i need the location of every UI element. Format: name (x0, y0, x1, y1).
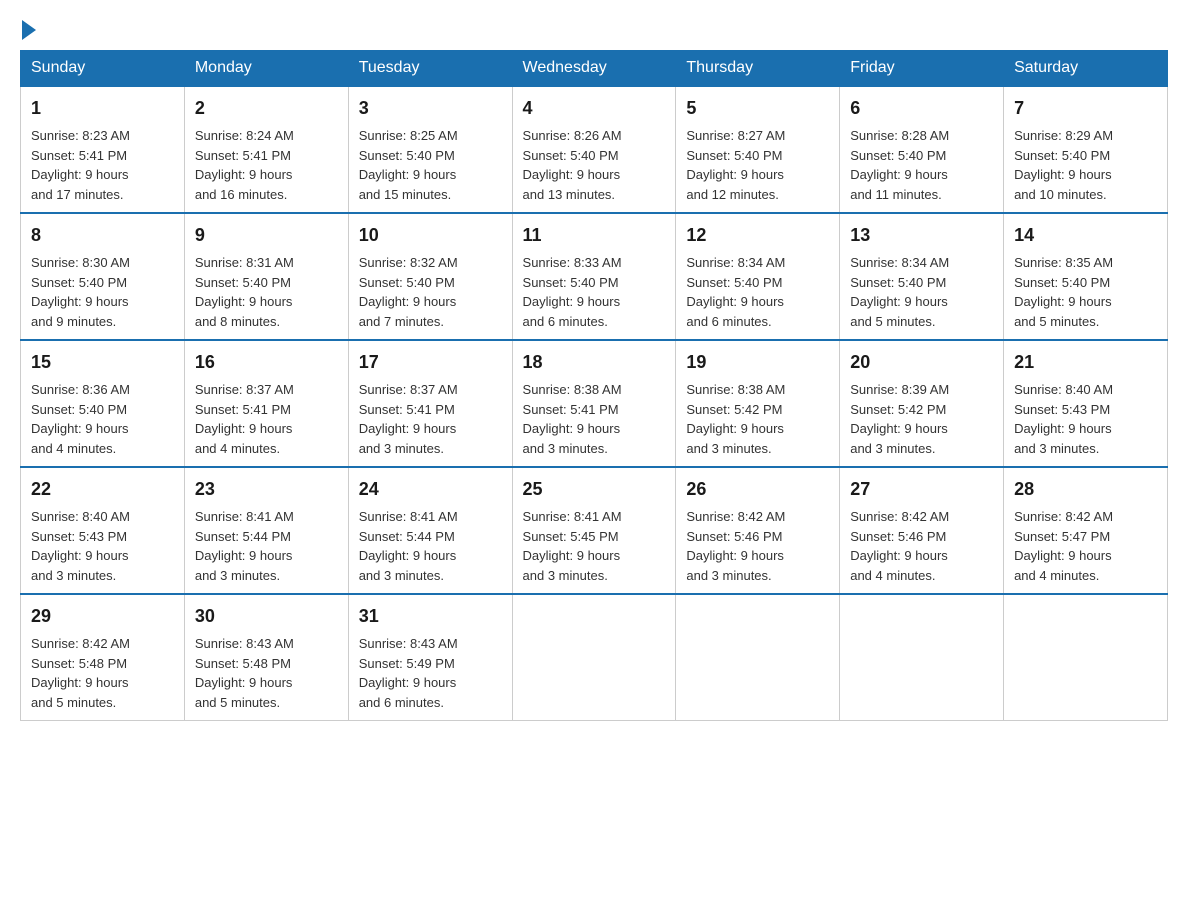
calendar-cell: 31Sunrise: 8:43 AMSunset: 5:49 PMDayligh… (348, 594, 512, 721)
calendar-week-row: 29Sunrise: 8:42 AMSunset: 5:48 PMDayligh… (21, 594, 1168, 721)
calendar-week-row: 8Sunrise: 8:30 AMSunset: 5:40 PMDaylight… (21, 213, 1168, 340)
day-number: 25 (523, 476, 666, 503)
calendar-header-thursday: Thursday (676, 51, 840, 87)
day-number: 16 (195, 349, 338, 376)
calendar-cell: 27Sunrise: 8:42 AMSunset: 5:46 PMDayligh… (840, 467, 1004, 594)
day-number: 12 (686, 222, 829, 249)
day-number: 19 (686, 349, 829, 376)
calendar-cell: 3Sunrise: 8:25 AMSunset: 5:40 PMDaylight… (348, 86, 512, 213)
calendar-week-row: 15Sunrise: 8:36 AMSunset: 5:40 PMDayligh… (21, 340, 1168, 467)
calendar-cell: 5Sunrise: 8:27 AMSunset: 5:40 PMDaylight… (676, 86, 840, 213)
calendar-cell (1004, 594, 1168, 721)
day-number: 13 (850, 222, 993, 249)
day-number: 10 (359, 222, 502, 249)
day-number: 5 (686, 95, 829, 122)
day-number: 22 (31, 476, 174, 503)
calendar-cell: 17Sunrise: 8:37 AMSunset: 5:41 PMDayligh… (348, 340, 512, 467)
day-number: 6 (850, 95, 993, 122)
calendar-week-row: 22Sunrise: 8:40 AMSunset: 5:43 PMDayligh… (21, 467, 1168, 594)
day-number: 21 (1014, 349, 1157, 376)
calendar-cell: 19Sunrise: 8:38 AMSunset: 5:42 PMDayligh… (676, 340, 840, 467)
calendar-cell: 7Sunrise: 8:29 AMSunset: 5:40 PMDaylight… (1004, 86, 1168, 213)
calendar-header-monday: Monday (184, 51, 348, 87)
calendar-header-sunday: Sunday (21, 51, 185, 87)
calendar-cell: 8Sunrise: 8:30 AMSunset: 5:40 PMDaylight… (21, 213, 185, 340)
calendar-cell: 26Sunrise: 8:42 AMSunset: 5:46 PMDayligh… (676, 467, 840, 594)
logo-arrow-icon (22, 20, 36, 40)
calendar-cell: 25Sunrise: 8:41 AMSunset: 5:45 PMDayligh… (512, 467, 676, 594)
calendar-cell: 1Sunrise: 8:23 AMSunset: 5:41 PMDaylight… (21, 86, 185, 213)
calendar-cell: 11Sunrise: 8:33 AMSunset: 5:40 PMDayligh… (512, 213, 676, 340)
calendar-cell: 15Sunrise: 8:36 AMSunset: 5:40 PMDayligh… (21, 340, 185, 467)
day-number: 17 (359, 349, 502, 376)
calendar-header-row: SundayMondayTuesdayWednesdayThursdayFrid… (21, 51, 1168, 87)
calendar-cell: 14Sunrise: 8:35 AMSunset: 5:40 PMDayligh… (1004, 213, 1168, 340)
calendar-cell: 20Sunrise: 8:39 AMSunset: 5:42 PMDayligh… (840, 340, 1004, 467)
calendar-cell: 30Sunrise: 8:43 AMSunset: 5:48 PMDayligh… (184, 594, 348, 721)
calendar-cell: 18Sunrise: 8:38 AMSunset: 5:41 PMDayligh… (512, 340, 676, 467)
day-number: 28 (1014, 476, 1157, 503)
calendar-cell: 22Sunrise: 8:40 AMSunset: 5:43 PMDayligh… (21, 467, 185, 594)
day-number: 8 (31, 222, 174, 249)
day-number: 24 (359, 476, 502, 503)
calendar-cell: 24Sunrise: 8:41 AMSunset: 5:44 PMDayligh… (348, 467, 512, 594)
day-number: 2 (195, 95, 338, 122)
calendar-cell: 23Sunrise: 8:41 AMSunset: 5:44 PMDayligh… (184, 467, 348, 594)
day-number: 9 (195, 222, 338, 249)
day-number: 11 (523, 222, 666, 249)
calendar-cell: 4Sunrise: 8:26 AMSunset: 5:40 PMDaylight… (512, 86, 676, 213)
calendar-cell: 16Sunrise: 8:37 AMSunset: 5:41 PMDayligh… (184, 340, 348, 467)
day-number: 1 (31, 95, 174, 122)
calendar-cell: 21Sunrise: 8:40 AMSunset: 5:43 PMDayligh… (1004, 340, 1168, 467)
day-number: 20 (850, 349, 993, 376)
day-number: 26 (686, 476, 829, 503)
day-number: 30 (195, 603, 338, 630)
calendar-cell: 6Sunrise: 8:28 AMSunset: 5:40 PMDaylight… (840, 86, 1004, 213)
calendar-cell: 2Sunrise: 8:24 AMSunset: 5:41 PMDaylight… (184, 86, 348, 213)
calendar-week-row: 1Sunrise: 8:23 AMSunset: 5:41 PMDaylight… (21, 86, 1168, 213)
calendar-cell: 12Sunrise: 8:34 AMSunset: 5:40 PMDayligh… (676, 213, 840, 340)
calendar-header-wednesday: Wednesday (512, 51, 676, 87)
calendar-table: SundayMondayTuesdayWednesdayThursdayFrid… (20, 50, 1168, 721)
calendar-cell: 29Sunrise: 8:42 AMSunset: 5:48 PMDayligh… (21, 594, 185, 721)
calendar-cell (676, 594, 840, 721)
day-number: 27 (850, 476, 993, 503)
day-number: 14 (1014, 222, 1157, 249)
calendar-cell: 10Sunrise: 8:32 AMSunset: 5:40 PMDayligh… (348, 213, 512, 340)
calendar-cell (512, 594, 676, 721)
day-number: 29 (31, 603, 174, 630)
day-number: 18 (523, 349, 666, 376)
page-header (20, 20, 1168, 40)
day-number: 31 (359, 603, 502, 630)
day-number: 4 (523, 95, 666, 122)
calendar-header-tuesday: Tuesday (348, 51, 512, 87)
calendar-cell: 28Sunrise: 8:42 AMSunset: 5:47 PMDayligh… (1004, 467, 1168, 594)
calendar-header-saturday: Saturday (1004, 51, 1168, 87)
day-number: 23 (195, 476, 338, 503)
day-number: 7 (1014, 95, 1157, 122)
calendar-cell: 13Sunrise: 8:34 AMSunset: 5:40 PMDayligh… (840, 213, 1004, 340)
calendar-header-friday: Friday (840, 51, 1004, 87)
logo (20, 20, 38, 40)
day-number: 15 (31, 349, 174, 376)
calendar-cell: 9Sunrise: 8:31 AMSunset: 5:40 PMDaylight… (184, 213, 348, 340)
calendar-cell (840, 594, 1004, 721)
day-number: 3 (359, 95, 502, 122)
